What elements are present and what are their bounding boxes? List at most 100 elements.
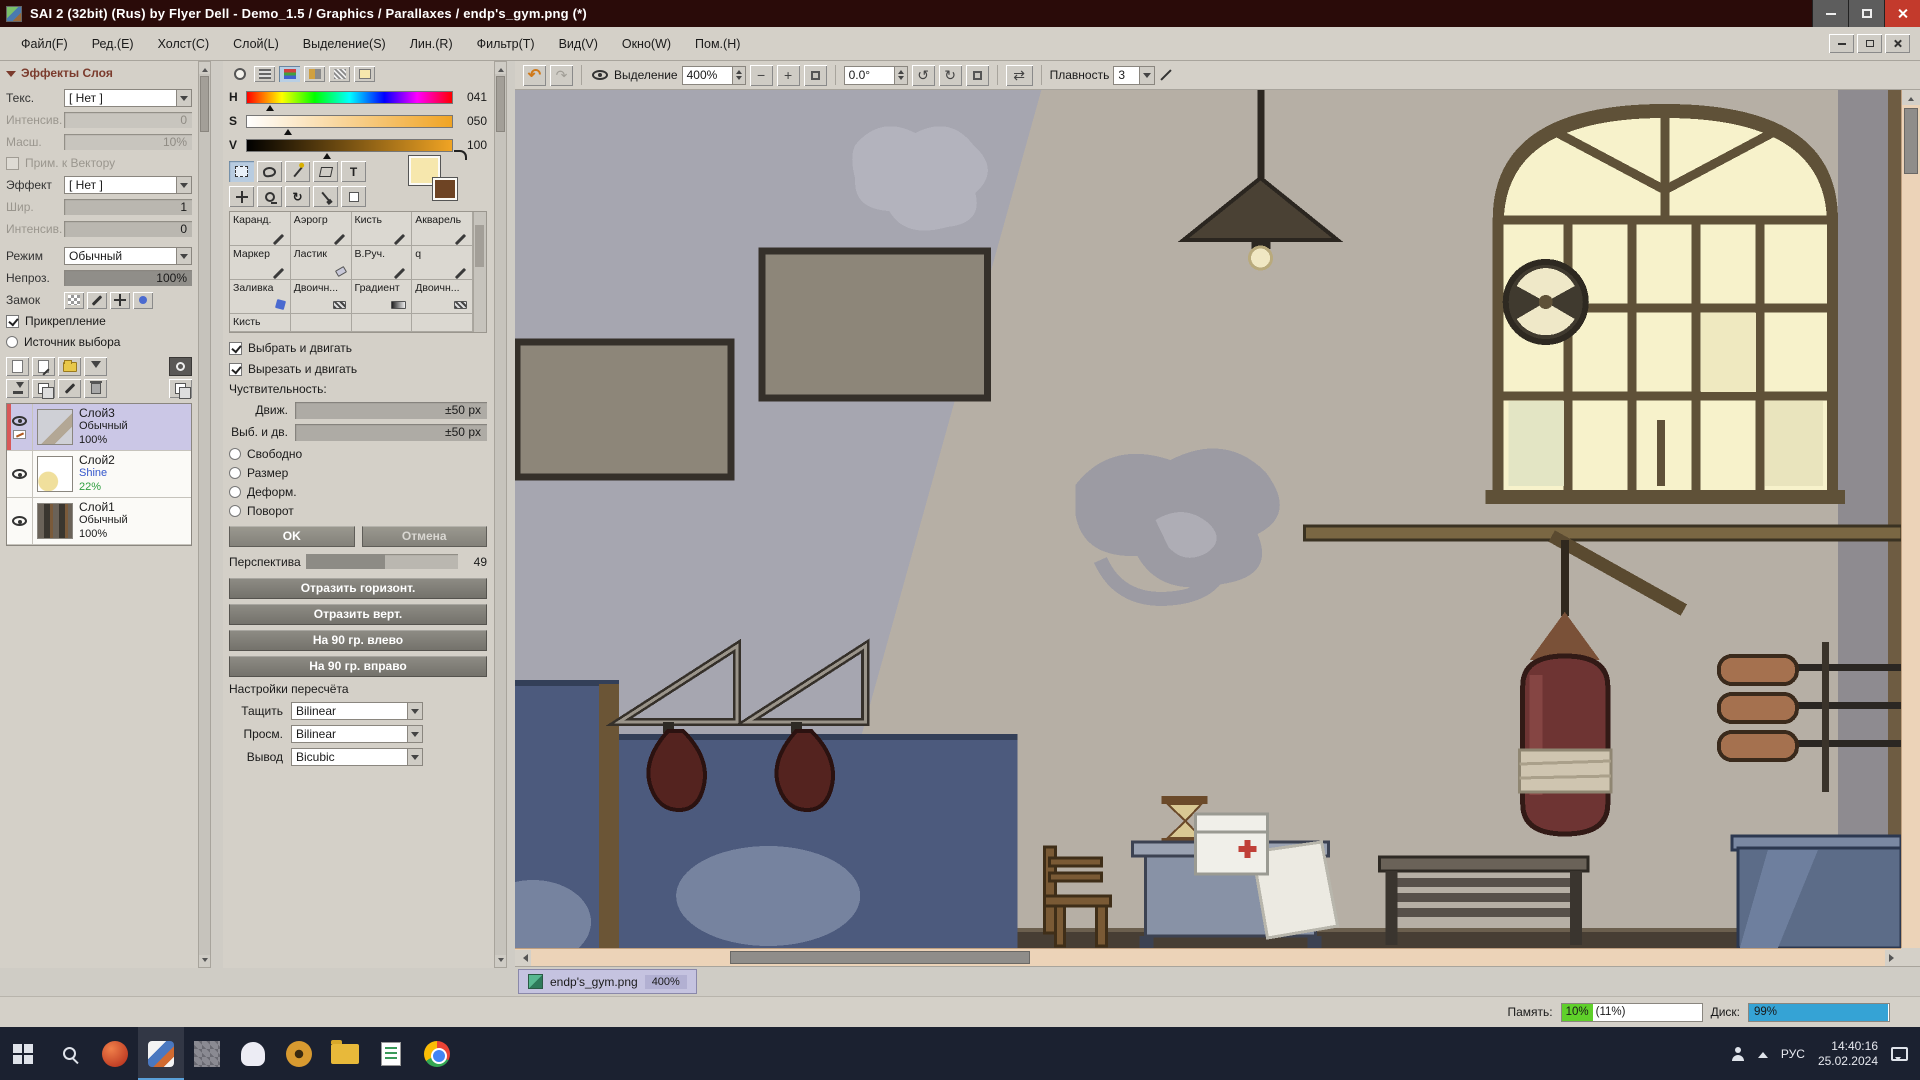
snapshot-button[interactable] [169,357,192,376]
zoom-out-button[interactable]: − [750,65,773,86]
layer-item-3[interactable]: Слой3Обычный100% [7,404,191,451]
hue-slider[interactable] [246,91,453,104]
perspective-slider[interactable] [306,554,458,569]
magic-wand-tool-button[interactable] [285,161,310,182]
selection-source-radio[interactable] [6,336,18,348]
move-sensitivity-field[interactable]: ±50 px [295,402,487,419]
tool-gradient[interactable]: Градиент [352,280,413,314]
scroll-up-arrow[interactable] [199,62,210,74]
tool-q[interactable]: q [412,246,473,280]
rotate-radio[interactable] [229,505,241,517]
free-transform-radio[interactable] [229,448,241,460]
menu-window[interactable]: Окно(W) [611,33,682,55]
deselect-tool-button[interactable] [341,186,366,207]
notification-icon[interactable] [1891,1047,1908,1061]
canvas-vertical-scrollbar[interactable] [1901,90,1920,948]
scratchpad-tab[interactable] [354,66,375,82]
effect-select[interactable]: [ Нет ] [64,176,192,194]
doc-minimize-button[interactable] [1829,34,1854,53]
scroll-down-arrow[interactable] [495,955,506,967]
select-and-move-checkbox[interactable] [229,342,242,355]
redo-button[interactable]: ↷ [550,65,573,86]
scroll-right-arrow[interactable] [1885,950,1901,966]
poly-select-tool-button[interactable] [313,161,338,182]
zoom-in-button[interactable]: + [777,65,800,86]
tool-pencil[interactable]: Каранд. [230,212,291,246]
layer-thumbnail[interactable] [37,409,73,445]
layer-visibility-cell[interactable] [7,498,33,544]
rotate-ccw-button[interactable]: ↺ [912,65,935,86]
tool-eraser[interactable]: Ластик [291,246,352,280]
tool-panel-scrollbar[interactable] [494,61,507,968]
scrollbar-thumb[interactable] [200,76,209,132]
new-vector-layer-button[interactable] [32,357,55,376]
cut-and-move-checkbox[interactable] [229,363,242,376]
rotate-90-right-button[interactable]: На 90 гр. вправо [229,656,487,677]
canvas-viewport[interactable] [515,90,1901,948]
flip-vertical-button[interactable]: Отразить верт. [229,604,487,625]
new-folder-button[interactable] [58,357,81,376]
clock[interactable]: 14:40:16 25.02.2024 [1818,1039,1878,1069]
opacity-slider[interactable]: 100% [64,270,192,286]
lock-fill-button[interactable] [133,292,153,309]
lock-pencil-button[interactable] [87,292,107,309]
tex-scale-slider[interactable]: 10% [64,134,192,150]
rotate-90-left-button[interactable]: На 90 гр. влево [229,630,487,651]
delete-layer-button[interactable] [84,379,107,398]
ok-button[interactable]: OK [229,526,355,547]
canvas-horizontal-scrollbar[interactable] [515,948,1901,966]
menu-canvas[interactable]: Холст(C) [147,33,221,55]
menu-line[interactable]: Лин.(R) [399,33,464,55]
scrollbar-thumb[interactable] [1904,108,1918,174]
scroll-left-arrow[interactable] [515,950,531,966]
tool-watercolor[interactable]: Акварель [412,212,473,246]
maximize-button[interactable] [1848,0,1884,27]
selmove-sensitivity-field[interactable]: ±50 px [295,424,487,441]
tool-waterbrush[interactable]: В.Руч. [352,246,413,280]
angle-select[interactable]: 0.0° [844,66,908,85]
effect-width-slider[interactable]: 1 [64,199,192,215]
minimize-button[interactable] [1812,0,1848,27]
layer-options-button[interactable] [169,379,192,398]
cancel-button[interactable]: Отмена [362,526,488,547]
clear-layer-button[interactable] [58,379,81,398]
close-button[interactable] [1884,0,1920,27]
saturation-slider[interactable] [246,115,453,128]
scroll-up-arrow[interactable] [1902,90,1920,105]
tool-airbrush[interactable]: Аэрогр [291,212,352,246]
taskbar-app-explorer[interactable] [322,1027,368,1080]
start-button[interactable] [0,1027,46,1080]
menu-filter[interactable]: Фильтр(T) [466,33,546,55]
menu-edit[interactable]: Ред.(E) [81,33,145,55]
menu-view[interactable]: Вид(V) [548,33,609,55]
output-resample-select[interactable]: Bicubic [291,748,423,766]
effect-intensity-slider[interactable]: 0 [64,221,192,237]
duplicate-layer-button[interactable] [32,379,55,398]
tool-brush-2[interactable]: Кисть [230,314,291,332]
selection-visibility-icon[interactable] [592,70,608,80]
menu-layer[interactable]: Слой(L) [222,33,290,55]
menu-selection[interactable]: Выделение(S) [292,33,397,55]
taskbar-app-chrome[interactable] [414,1027,460,1080]
scale-radio[interactable] [229,467,241,479]
rotate-cw-button[interactable]: ↻ [939,65,962,86]
color-wheel-tab[interactable] [229,66,250,82]
scroll-down-arrow[interactable] [199,955,210,967]
menu-file[interactable]: Файл(F) [10,33,79,55]
angle-reset-button[interactable] [966,65,989,86]
blend-mode-select[interactable]: Обычный [64,247,192,265]
tool-grid-scrollbar[interactable] [473,212,486,332]
tex-intensity-slider[interactable]: 0 [64,112,192,128]
tray-expand-icon[interactable] [1758,1047,1768,1058]
color-bars-tab[interactable] [254,66,275,82]
layer-visibility-cell[interactable] [7,451,33,497]
zoom-tool-button[interactable] [257,186,282,207]
language-indicator[interactable]: РУС [1781,1047,1805,1061]
texture-select[interactable]: [ Нет ] [64,89,192,107]
layer-thumbnail[interactable] [37,503,73,539]
lock-move-button[interactable] [110,292,130,309]
layer-visibility-cell[interactable] [7,404,33,450]
scrollbar-thumb[interactable] [496,76,505,132]
swap-colors-icon[interactable] [454,150,467,160]
tool-brush[interactable]: Кисть [352,212,413,246]
